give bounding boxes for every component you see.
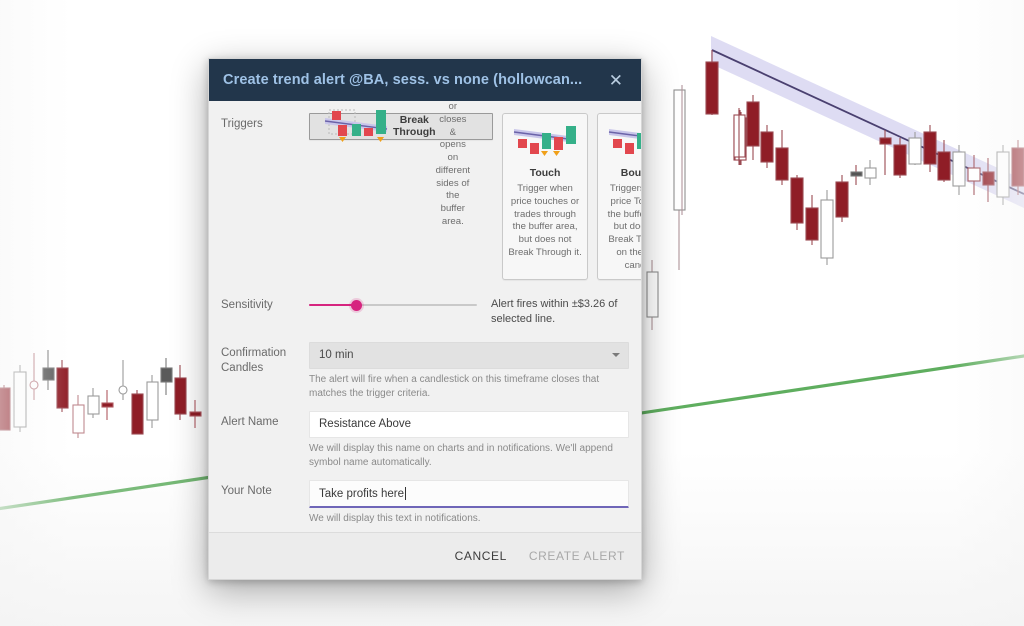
your-note-hint: We will display this text in notificatio… [309,513,481,525]
alert-name-hint: We will display this name on charts and … [309,442,613,469]
cancel-button[interactable]: CANCEL [455,549,507,563]
create-trend-alert-dialog: Create trend alert @BA, sess. vs none (h… [208,58,642,580]
sensitivity-note: Alert fires within ±$3.26 of selected li… [491,298,618,326]
create-alert-button[interactable]: CREATE ALERT [529,549,625,563]
your-note-input[interactable]: Take profits here [309,480,629,509]
touch-icon [508,120,582,164]
text-cursor [405,487,407,501]
sensitivity-row: Sensitivity Alert fires within ±$3.26 of… [221,294,629,327]
sensitivity-label: Sensitivity [221,299,273,312]
slider-thumb[interactable] [350,300,362,312]
your-note-value: Take profits here [319,487,405,500]
alert-name-label: Alert Name [221,415,279,428]
confirmation-candles-value: 10 min [319,349,354,362]
your-note-label: Your Note [221,485,272,498]
slider-track-fill [309,304,357,307]
alert-name-input[interactable]: Resistance Above [309,410,629,438]
trigger-option-touch[interactable]: Touch Trigger when price touches or trad… [502,113,589,281]
dialog-footer: CANCEL CREATE ALERT [209,532,641,579]
trigger-option-bounce[interactable]: Bounce Triggers when price Touches the b… [597,113,641,281]
confirmation-candles-hint: The alert will fire when a candlestick o… [309,373,600,399]
break-through-icon [319,105,393,149]
confirmation-candles-select[interactable]: 10 min [309,341,629,369]
close-icon[interactable]: ✕ [603,68,629,93]
chevron-down-icon [612,353,620,358]
dialog-titlebar: Create trend alert @BA, sess. vs none (h… [209,59,641,101]
confirmation-candles-row: Confirmation Candles 10 min The alert wi… [221,341,629,401]
trigger-options: Break Through Trigger when price opens &… [309,101,641,281]
trigger-option-break-through[interactable]: Break Through Trigger when price opens &… [309,101,494,227]
your-note-row: Your Note Take profits here We will disp… [221,480,629,526]
dialog-body: Triggers Break Through or closes & opens… [209,101,641,532]
sensitivity-slider[interactable] [309,297,477,313]
trigger-description: Triggers when price Touches the buffer a… [607,183,641,271]
trigger-title: Touch [529,167,561,179]
trigger-description: Trigger when price touches or trades thr… [508,183,582,258]
triggers-label: Triggers [221,118,263,130]
alert-name-row: Alert Name Resistance Above We will disp… [221,410,629,470]
dialog-title: Create trend alert @BA, sess. vs none (h… [223,72,583,88]
triggers-row: Triggers Break Through or closes & opens… [221,101,641,281]
confirmation-candles-label: Confirmation Candles [221,346,287,375]
alert-name-value: Resistance Above [319,418,412,431]
trigger-title: Break Through [393,114,436,138]
bounce-icon [603,120,641,164]
trigger-description: Trigger when price opens & closes, or cl… [435,101,471,227]
trigger-title: Bounce [620,167,641,179]
